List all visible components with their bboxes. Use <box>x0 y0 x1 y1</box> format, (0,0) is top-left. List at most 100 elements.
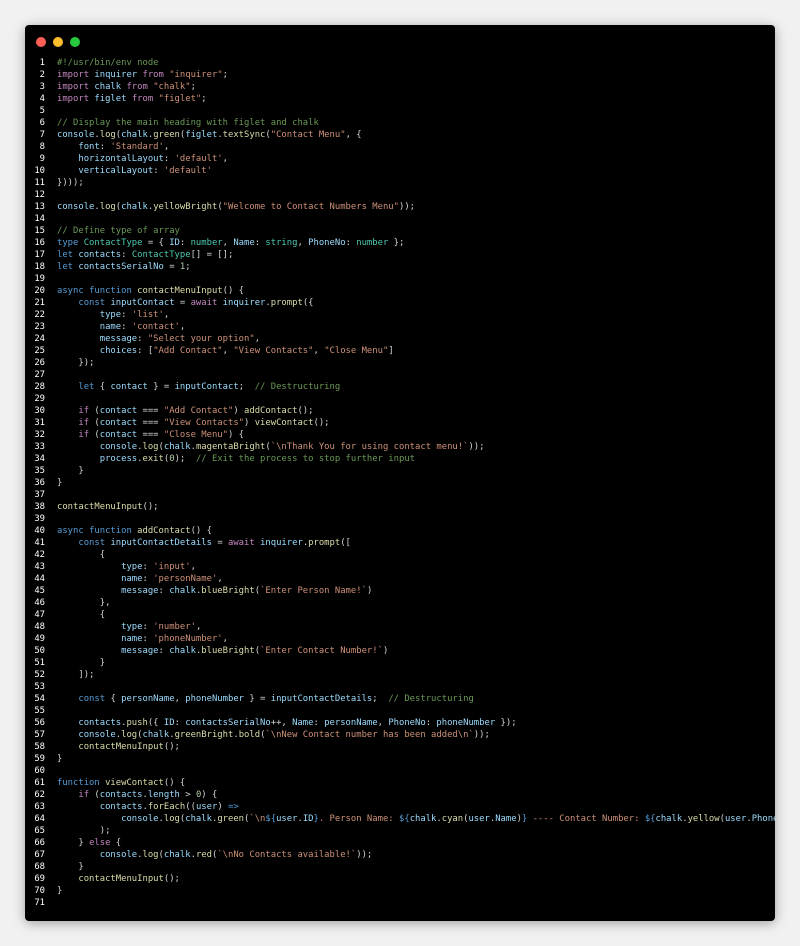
code-line: 64 console.log(chalk.green(`\n${user.ID}… <box>25 813 775 825</box>
code-token: , <box>222 634 228 644</box>
code-token: log <box>99 202 116 212</box>
code-line: 4 import figlet from "figlet"; <box>25 93 775 105</box>
code-token: 'list' <box>131 310 164 320</box>
code-token: log <box>142 850 159 860</box>
line-number: 31 <box>34 418 45 428</box>
code-token: ) <box>382 646 389 656</box>
code-line: 45 message: chalk.blueBright(`Enter Pers… <box>25 585 775 597</box>
line-text: contactMenuInput(); <box>45 501 159 513</box>
line-text: console.log(chalk.green(`\n${user.ID}. P… <box>45 813 775 825</box>
code-token: () { <box>190 526 212 536</box>
minimize-dot[interactable] <box>53 37 63 47</box>
code-token: let <box>57 262 79 272</box>
code-token: ); <box>57 826 111 836</box>
code-line: 16 type ContactType = { ID: number, Name:… <box>25 237 775 249</box>
code-token: contacts <box>99 790 143 800</box>
code-token: } <box>57 754 63 764</box>
line-text: type ContactType = { ID: number, Name: s… <box>45 237 404 249</box>
line-text <box>45 189 57 201</box>
code-token: user <box>468 814 490 824</box>
line-number: 39 <box>34 514 45 524</box>
code-token: green <box>217 814 245 824</box>
code-token: "Add Contact" <box>153 346 223 356</box>
code-line: 6 // Display the main heading with figlet… <box>25 117 775 129</box>
code-line: 15 // Define type of array <box>25 225 775 237</box>
code-token: function <box>57 778 106 788</box>
code-token: : <box>121 250 132 260</box>
line-text <box>45 681 57 693</box>
line-number: 11 <box>34 178 45 188</box>
code-token: === <box>142 418 164 428</box>
code-token: () { <box>163 778 186 788</box>
code-token: = <box>217 538 228 548</box>
code-token: addContact <box>137 526 191 536</box>
code-token: = { <box>147 238 170 248</box>
line-number: 12 <box>34 190 45 200</box>
code-token: ([ <box>340 538 351 548</box>
code-token: { <box>110 694 122 704</box>
line-text <box>45 705 57 717</box>
code-line: 30 if (contact === "Add Contact") addCon… <box>25 405 775 417</box>
line-number: 44 <box>34 574 45 584</box>
line-number: 54 <box>34 694 45 704</box>
line-text: contactMenuInput(); <box>45 873 180 885</box>
code-line: 25 choices: ["Add Contact", "View Contac… <box>25 345 775 357</box>
code-token: async <box>57 286 90 296</box>
code-token: "Contact Menu" <box>270 130 346 140</box>
code-token: ({ <box>302 298 314 308</box>
code-token: PhoneNo <box>751 814 775 824</box>
code-line: 63 contacts.forEach((user) => <box>25 801 775 813</box>
line-number: 68 <box>34 862 45 872</box>
code-token: red <box>195 850 212 860</box>
close-dot[interactable] <box>36 37 46 47</box>
line-number: 36 <box>34 478 45 488</box>
code-token: ContactType <box>83 238 148 248</box>
code-line: 23 name: 'contact', <box>25 321 775 333</box>
code-token: type <box>57 238 84 248</box>
code-token: process <box>99 454 138 464</box>
code-token: inputContact <box>110 298 180 308</box>
maximize-dot[interactable] <box>70 37 80 47</box>
line-number: 14 <box>34 214 45 224</box>
code-window: 1 #!/usr/bin/env node 2 import inquirer fro… <box>25 25 775 921</box>
line-text: type: 'list', <box>45 309 169 321</box>
code-token: log <box>99 130 116 140</box>
code-token: bold <box>238 730 261 740</box>
line-number: 18 <box>34 262 45 272</box>
code-token: "View Contacts" <box>163 418 245 428</box>
code-token: `\nNo Contacts available!` <box>217 850 357 860</box>
code-token: const <box>78 538 111 548</box>
code-token: await <box>190 298 223 308</box>
code-token: 'number' <box>153 622 196 632</box>
code-token: }); <box>500 718 517 728</box>
code-token: : <box>153 166 164 176</box>
line-text <box>45 513 57 525</box>
code-line: 60 <box>25 765 775 777</box>
code-token: addContact <box>244 406 298 416</box>
code-token: else <box>89 838 116 848</box>
code-token: : <box>174 718 186 728</box>
code-token: : [ <box>137 346 154 356</box>
line-number: 9 <box>39 154 45 164</box>
line-text <box>45 213 57 225</box>
line-text: async function contactMenuInput() { <box>45 285 244 297</box>
line-number: 8 <box>39 142 45 152</box>
line-number: 46 <box>34 598 45 608</box>
code-token: blueBright <box>201 646 255 656</box>
line-text: } <box>45 465 83 477</box>
line-number: 16 <box>34 238 45 248</box>
line-text: horizontalLayout: 'default', <box>45 153 228 165</box>
code-token: : <box>142 562 154 572</box>
code-token: chalk <box>94 82 127 92</box>
line-text: if (contact === "Close Menu") { <box>45 429 244 441</box>
code-token: 'default' <box>163 166 212 176</box>
line-number: 53 <box>34 682 45 692</box>
code-token: (); <box>163 742 180 752</box>
code-token: = <box>169 262 180 272</box>
code-token: async <box>57 526 90 536</box>
